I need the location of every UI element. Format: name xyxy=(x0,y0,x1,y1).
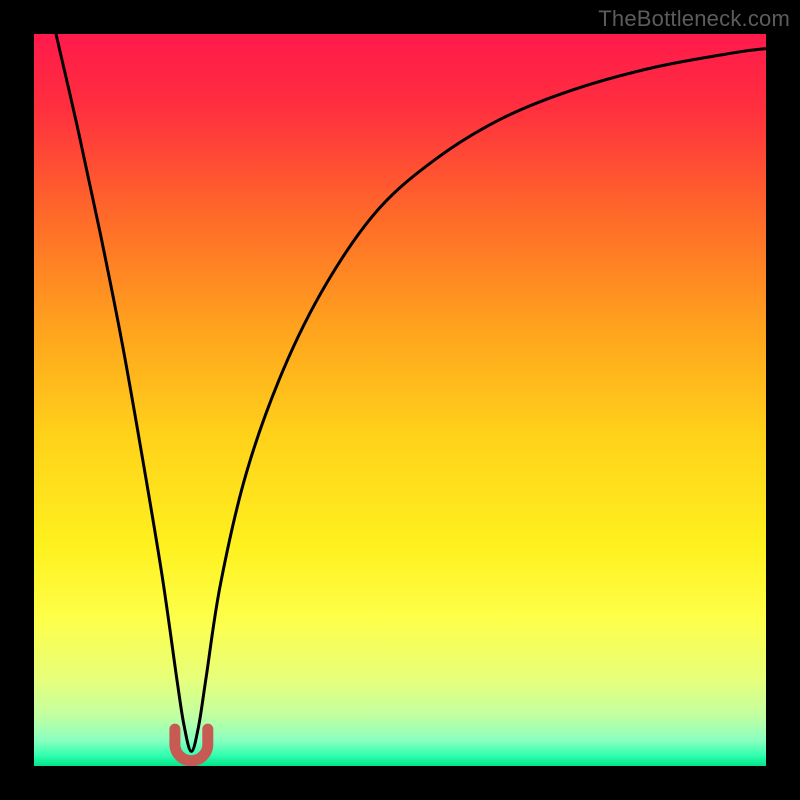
chart-frame: TheBottleneck.com xyxy=(0,0,800,800)
plot-area xyxy=(34,34,766,766)
gradient-background xyxy=(34,34,766,766)
plot-svg xyxy=(34,34,766,766)
watermark-text: TheBottleneck.com xyxy=(598,6,790,32)
